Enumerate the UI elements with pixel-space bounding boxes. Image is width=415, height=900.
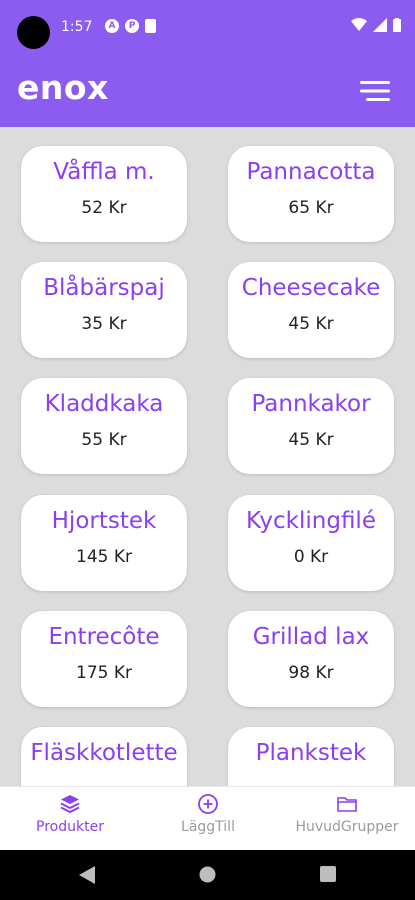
product-name: Kycklingfilé (246, 508, 376, 534)
product-name: Våffla m. (53, 159, 155, 185)
product-price: 145 Kr (76, 547, 132, 567)
product-card[interactable]: Grillad lax 98 Kr (228, 611, 394, 707)
product-name: Pannacotta (246, 159, 376, 185)
sim-card-icon (145, 19, 156, 33)
nav-item-huvudgrupper[interactable]: HuvudGrupper (288, 787, 406, 851)
product-card[interactable]: Cheesecake 45 Kr (228, 262, 394, 358)
notification-icons: A P (105, 19, 156, 33)
layers-icon (60, 795, 80, 814)
add-circle-icon (198, 794, 218, 814)
product-name: Blåbärspaj (43, 275, 165, 301)
notification-a-icon: A (105, 19, 119, 33)
product-card[interactable]: Kycklingfilé 0 Kr (228, 495, 394, 591)
product-name: Grillad lax (252, 624, 370, 650)
app-title: enox (17, 68, 109, 107)
signal-icon (373, 18, 387, 32)
notification-p-icon: P (125, 19, 139, 33)
product-card[interactable]: Plankstek (228, 727, 394, 786)
nav-label: LäggTill (181, 819, 235, 835)
home-icon[interactable] (199, 866, 216, 883)
product-card[interactable]: Våffla m. 52 Kr (21, 146, 187, 242)
product-name: Entrecôte (48, 624, 160, 650)
hamburger-menu-icon[interactable] (360, 80, 390, 102)
nav-label: Produkter (36, 819, 104, 835)
product-price: 0 Kr (293, 547, 329, 567)
product-list[interactable]: Våffla m. 52 Kr Pannacotta 65 Kr Blåbärs… (0, 127, 415, 786)
status-time: 1:57 (61, 19, 93, 35)
status-bar: 1:57 A P (0, 0, 415, 58)
product-name: Hjortstek (51, 508, 157, 534)
product-card[interactable]: Hjortstek 145 Kr (21, 495, 187, 591)
nav-label: HuvudGrupper (295, 819, 399, 835)
product-price: 45 Kr (288, 430, 334, 450)
product-name: Plankstek (255, 740, 367, 766)
system-icons (351, 18, 401, 32)
product-grid: Våffla m. 52 Kr Pannacotta 65 Kr Blåbärs… (0, 127, 415, 786)
product-price: 55 Kr (81, 430, 127, 450)
product-price: 65 Kr (288, 198, 334, 218)
product-name: Cheesecake (241, 275, 381, 301)
folder-icon (337, 797, 357, 812)
product-card[interactable]: Pannacotta 65 Kr (228, 146, 394, 242)
nav-item-laggtill[interactable]: LäggTill (158, 787, 258, 851)
camera-cutout (17, 16, 50, 49)
product-name: Kladdkaka (44, 391, 164, 417)
battery-icon (393, 18, 401, 32)
product-price: 98 Kr (288, 663, 334, 683)
product-price: 175 Kr (76, 663, 132, 683)
wifi-icon (351, 18, 367, 31)
product-price: 35 Kr (81, 314, 127, 334)
product-card[interactable]: Pannkakor 45 Kr (228, 378, 394, 474)
system-navigation-bar (0, 850, 415, 900)
recents-icon[interactable] (320, 866, 336, 882)
product-card[interactable]: Blåbärspaj 35 Kr (21, 262, 187, 358)
back-icon[interactable] (79, 866, 95, 884)
product-price: 45 Kr (288, 314, 334, 334)
product-name: Pannkakor (251, 391, 371, 417)
product-card[interactable]: Entrecôte 175 Kr (21, 611, 187, 707)
product-card[interactable]: Fläskkotlette (21, 727, 187, 786)
product-name: Fläskkotlette (30, 740, 178, 766)
product-card[interactable]: Kladdkaka 55 Kr (21, 378, 187, 474)
bottom-navigation: Produkter LäggTill HuvudGrupper (0, 786, 415, 850)
nav-item-produkter[interactable]: Produkter (20, 787, 120, 851)
app-bar: enox (0, 58, 415, 127)
product-price: 52 Kr (81, 198, 127, 218)
